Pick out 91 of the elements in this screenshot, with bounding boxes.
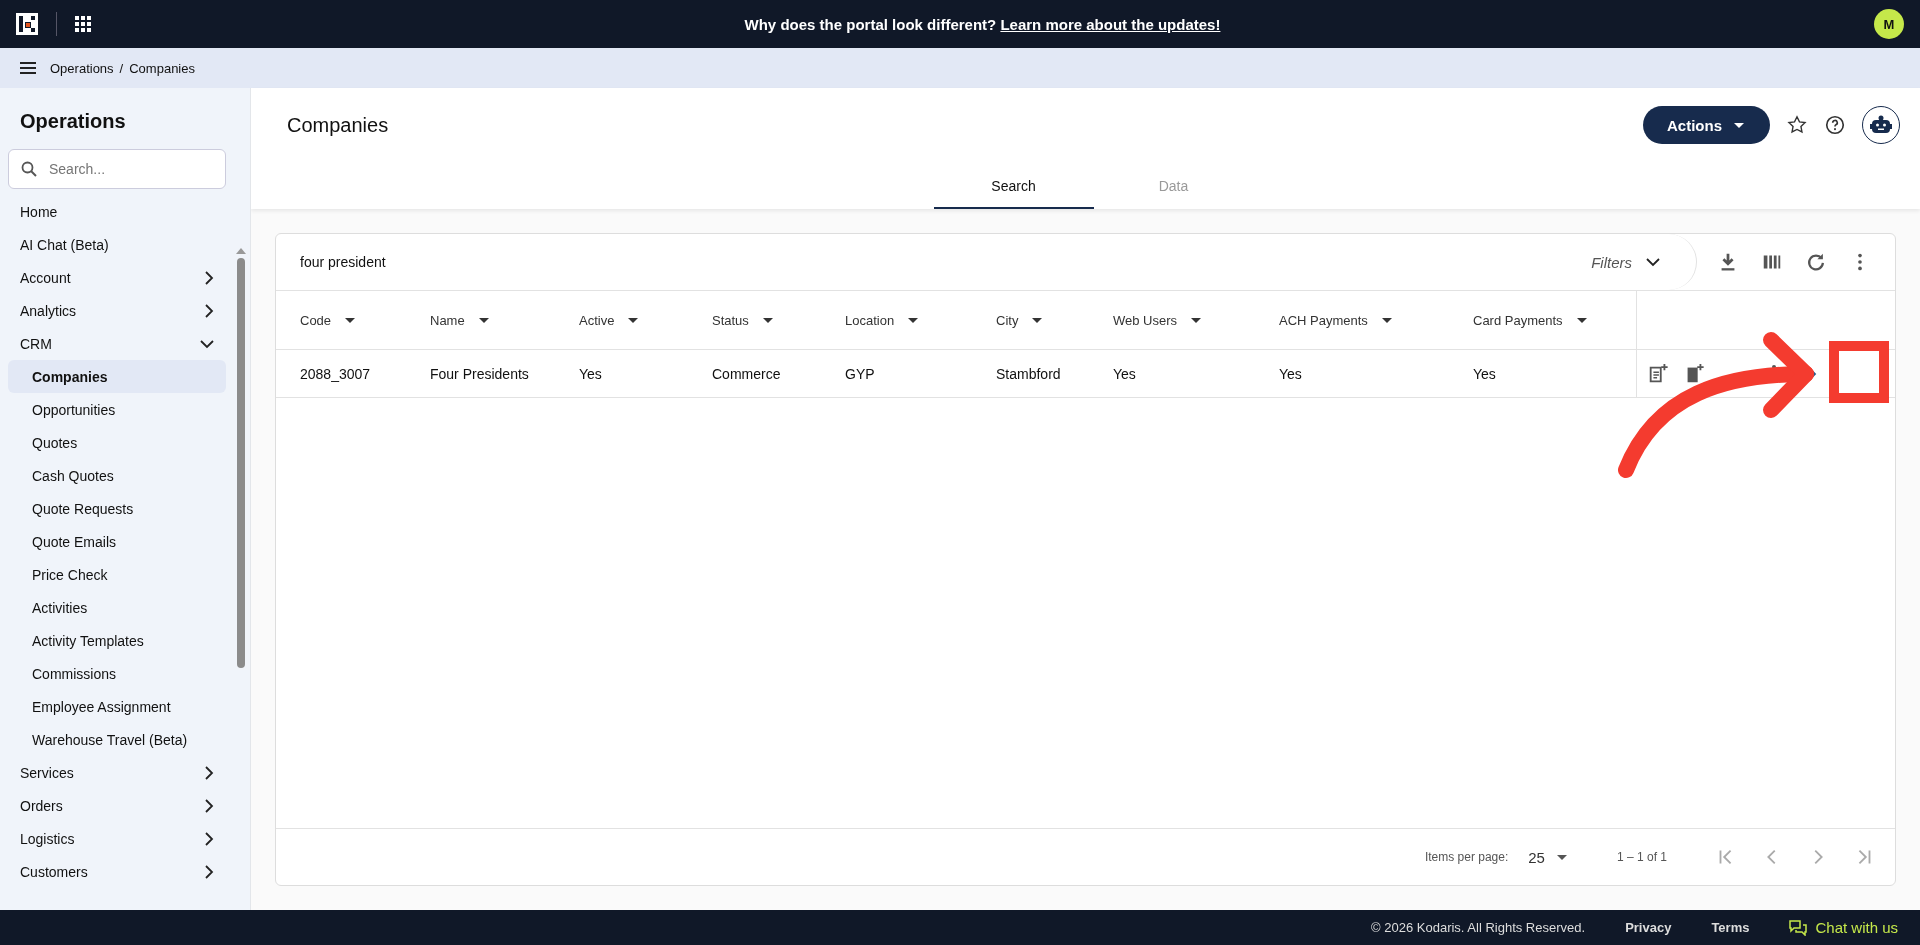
- table-cell: Stambford: [996, 365, 1061, 382]
- caret-down-icon: [1381, 317, 1392, 323]
- caret-down-icon: [1032, 317, 1043, 323]
- caret-down-icon: [1734, 122, 1744, 128]
- sidebar-item[interactable]: Quote Emails: [8, 525, 226, 558]
- scrollbar-thumb[interactable]: [237, 258, 245, 668]
- caret-down-icon: [1191, 317, 1202, 323]
- menu-icon[interactable]: [20, 62, 36, 74]
- column-header[interactable]: City: [996, 312, 1019, 328]
- table-cell: Yes: [1113, 365, 1136, 382]
- search-field[interactable]: Search...: [8, 149, 226, 189]
- copyright-text: © 2026 Kodaris. All Rights Reserved.: [1371, 920, 1586, 935]
- table-cell: GYP: [845, 365, 875, 382]
- sidebar-item[interactable]: Cash Quotes: [8, 459, 226, 492]
- caret-down-icon: [908, 317, 919, 323]
- help-icon[interactable]: [1824, 114, 1846, 136]
- breadcrumb-link[interactable]: Operations: [50, 60, 114, 76]
- table-cell: Yes: [1279, 365, 1302, 382]
- scroll-up-icon[interactable]: [236, 248, 246, 254]
- column-header[interactable]: Location: [845, 312, 895, 328]
- chevron-down-icon: [1646, 257, 1660, 267]
- items-per-page-label: Items per page:: [1424, 850, 1509, 864]
- footer-link[interactable]: Privacy: [1625, 920, 1672, 935]
- footer-link[interactable]: Terms: [1711, 920, 1750, 935]
- chat-button[interactable]: Chat with us: [1789, 919, 1898, 936]
- sidebar-item[interactable]: Price Check: [8, 558, 226, 591]
- updates-link[interactable]: Learn more about the updates!: [1000, 15, 1221, 33]
- caret-down-icon: [478, 317, 489, 323]
- breadcrumb-separator: /: [119, 60, 124, 76]
- chevron-right-icon: [204, 303, 214, 318]
- column-header[interactable]: Name: [430, 312, 465, 328]
- sidebar-item[interactable]: Orders: [8, 789, 226, 822]
- column-header[interactable]: ACH Payments: [1279, 312, 1368, 328]
- sidebar-item[interactable]: CRM: [8, 327, 226, 360]
- search-icon: [21, 161, 37, 177]
- robot-icon: [1870, 115, 1892, 135]
- sidebar-item[interactable]: Account: [8, 261, 226, 294]
- sidebar-title: Operations: [19, 109, 127, 134]
- sidebar-item[interactable]: Logistics: [8, 822, 226, 855]
- highlight-box: [1829, 341, 1889, 403]
- sidebar-item[interactable]: Quote Requests: [8, 492, 226, 525]
- column-header[interactable]: Web Users: [1113, 312, 1178, 328]
- note-add-icon[interactable]: [1647, 362, 1669, 385]
- table-cell: Yes: [579, 365, 602, 382]
- sidebar-item[interactable]: Activities: [8, 591, 226, 624]
- sidebar-item[interactable]: Employee Assignment: [8, 690, 226, 723]
- sidebar-item[interactable]: Companies: [8, 360, 226, 393]
- chevron-right-icon: [204, 831, 214, 846]
- column-header[interactable]: Active: [579, 312, 615, 328]
- table-cell: Yes: [1473, 365, 1496, 382]
- chat-icon: [1789, 919, 1808, 936]
- page-size-select[interactable]: 25: [1528, 848, 1545, 866]
- chevron-right-icon: [204, 798, 214, 813]
- page-range: 1 – 1 of 1: [1616, 850, 1667, 864]
- sidebar-item[interactable]: Home: [8, 195, 226, 228]
- column-header[interactable]: Code: [300, 312, 332, 328]
- user-avatar[interactable]: M: [1874, 9, 1904, 39]
- caret-down-icon: [1556, 854, 1567, 860]
- table-cell: 2088_3007: [300, 365, 371, 382]
- app-grid-icon[interactable]: [75, 16, 91, 32]
- sidebar-item[interactable]: Commissions: [8, 657, 226, 690]
- chevron-right-icon: [204, 864, 214, 879]
- column-header[interactable]: Card Payments: [1473, 312, 1563, 328]
- page-title: Companies: [287, 113, 389, 137]
- filters-dropdown[interactable]: Filters: [1571, 234, 1697, 290]
- sidebar-item[interactable]: Services: [8, 756, 226, 789]
- chevron-right-icon: [204, 765, 214, 780]
- caret-down-icon: [345, 317, 356, 323]
- tab[interactable]: Search: [933, 166, 1094, 209]
- announcement-text: Why does the portal look different? Learn more about the updates!: [743, 15, 1222, 33]
- caret-down-icon: [1576, 317, 1587, 323]
- actions-button[interactable]: Actions: [1643, 106, 1770, 144]
- table-cell: Commerce: [712, 365, 781, 382]
- sidebar-item[interactable]: Quotes: [8, 426, 226, 459]
- sidebar-item[interactable]: Customers: [8, 855, 226, 888]
- sidebar-item[interactable]: AI Chat (Beta): [8, 228, 226, 261]
- sidebar-item[interactable]: Opportunities: [8, 393, 226, 426]
- refresh-icon[interactable]: [1805, 251, 1827, 273]
- sidebar-item[interactable]: Analytics: [8, 294, 226, 327]
- chevron-right-icon: [204, 270, 214, 285]
- logo-icon[interactable]: [16, 13, 38, 35]
- search-query-field[interactable]: four president: [276, 254, 1572, 270]
- sidebar-item[interactable]: Warehouse Travel (Beta): [8, 723, 226, 756]
- table-cell: Four Presidents: [430, 365, 529, 382]
- caret-down-icon: [762, 317, 773, 323]
- column-header[interactable]: Status: [712, 312, 749, 328]
- chevron-down-icon: [200, 338, 214, 349]
- star-icon[interactable]: [1786, 114, 1808, 136]
- breadcrumb-current: Companies: [129, 60, 195, 76]
- caret-down-icon: [628, 317, 639, 323]
- sidebar-item[interactable]: Activity Templates: [8, 624, 226, 657]
